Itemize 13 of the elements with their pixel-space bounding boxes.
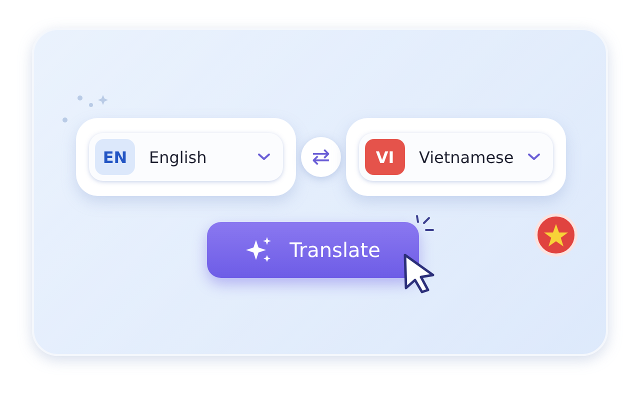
star-badge-icon [534, 213, 578, 257]
swap-button[interactable]: ⇄ [301, 137, 341, 177]
language-dropdown[interactable]: EN English [89, 133, 283, 181]
language-name: English [149, 148, 208, 166]
sparkle-icon [246, 237, 272, 263]
chevron-down-icon [257, 153, 271, 161]
chevron-down-icon [527, 153, 541, 161]
language-code: EN [95, 139, 135, 175]
translate-button[interactable]: Translate [207, 222, 419, 278]
language-name: Vietnamese [419, 148, 515, 166]
language-dropdown[interactable]: VI Vietnamese [359, 133, 553, 181]
cursor-icon [402, 252, 436, 294]
language-code: VI [365, 139, 405, 175]
